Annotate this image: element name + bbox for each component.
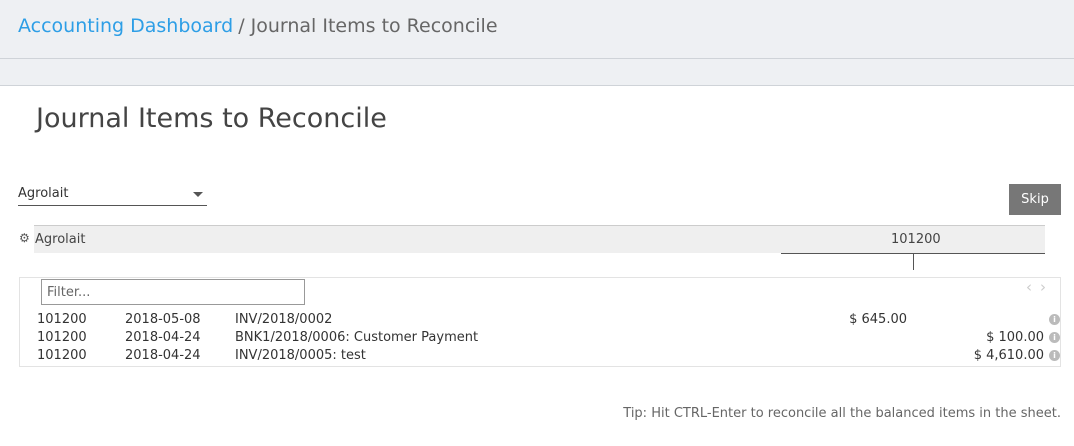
cell-account: 101200 [37, 348, 87, 363]
table-row[interactable]: 101200 2018-04-24 INV/2018/0005: test $ … [20, 347, 1062, 365]
page-title: Journal Items to Reconcile [36, 103, 387, 134]
move-lines-table: 101200 2018-05-08 INV/2018/0002 $ 645.00… [20, 311, 1062, 365]
gear-icon[interactable]: ⚙ [19, 231, 30, 245]
info-icon[interactable]: i [1049, 350, 1060, 361]
cell-date: 2018-04-24 [125, 348, 201, 363]
match-panel: ‹› 101200 2018-05-08 INV/2018/0002 $ 645… [19, 277, 1061, 367]
cell-date: 2018-05-08 [125, 312, 201, 327]
breadcrumb-accounting-dashboard-link[interactable]: Accounting Dashboard [18, 15, 233, 37]
cell-credit: $ 100.00 [986, 330, 1044, 345]
skip-button[interactable]: Skip [1009, 184, 1061, 215]
account-line: Agrolait 101200 [34, 225, 1045, 253]
cell-date: 2018-04-24 [125, 330, 201, 345]
breadcrumb-separator: / [238, 15, 245, 37]
partner-select-value: Agrolait [18, 186, 69, 201]
info-icon[interactable]: i [1049, 314, 1060, 325]
chevron-down-icon [193, 192, 203, 197]
table-row[interactable]: 101200 2018-05-08 INV/2018/0002 $ 645.00… [20, 311, 1062, 329]
reconcile-tip: Tip: Hit CTRL-Enter to reconcile all the… [623, 406, 1061, 421]
cell-label: INV/2018/0005: test [235, 348, 366, 363]
account-line-partner: Agrolait [35, 232, 86, 247]
account-line-account: 101200 [891, 232, 941, 247]
chevron-left-icon[interactable]: ‹ [1026, 278, 1040, 296]
reconciliation-sheet: Journal Items to Reconcile Agrolait Skip… [0, 85, 1074, 446]
breadcrumb: Accounting Dashboard / Journal Items to Re… [18, 15, 498, 37]
filter-input[interactable] [41, 279, 305, 305]
chevron-right-icon[interactable]: › [1040, 278, 1054, 296]
pager: ‹› [1026, 278, 1054, 296]
partner-select[interactable]: Agrolait [18, 184, 207, 206]
breadcrumb-current: Journal Items to Reconcile [250, 15, 498, 37]
cell-account: 101200 [37, 312, 87, 327]
cell-credit: $ 4,610.00 [973, 348, 1044, 363]
balance-tick [913, 253, 914, 270]
cell-label: BNK1/2018/0006: Customer Payment [235, 330, 479, 345]
control-panel: Accounting Dashboard / Journal Items to Re… [0, 0, 1074, 59]
info-icon[interactable]: i [1049, 332, 1060, 343]
cell-label: INV/2018/0002 [235, 312, 333, 327]
table-row[interactable]: 101200 2018-04-24 BNK1/2018/0006: Custom… [20, 329, 1062, 347]
cell-debit: $ 645.00 [849, 312, 907, 327]
cell-account: 101200 [37, 330, 87, 345]
